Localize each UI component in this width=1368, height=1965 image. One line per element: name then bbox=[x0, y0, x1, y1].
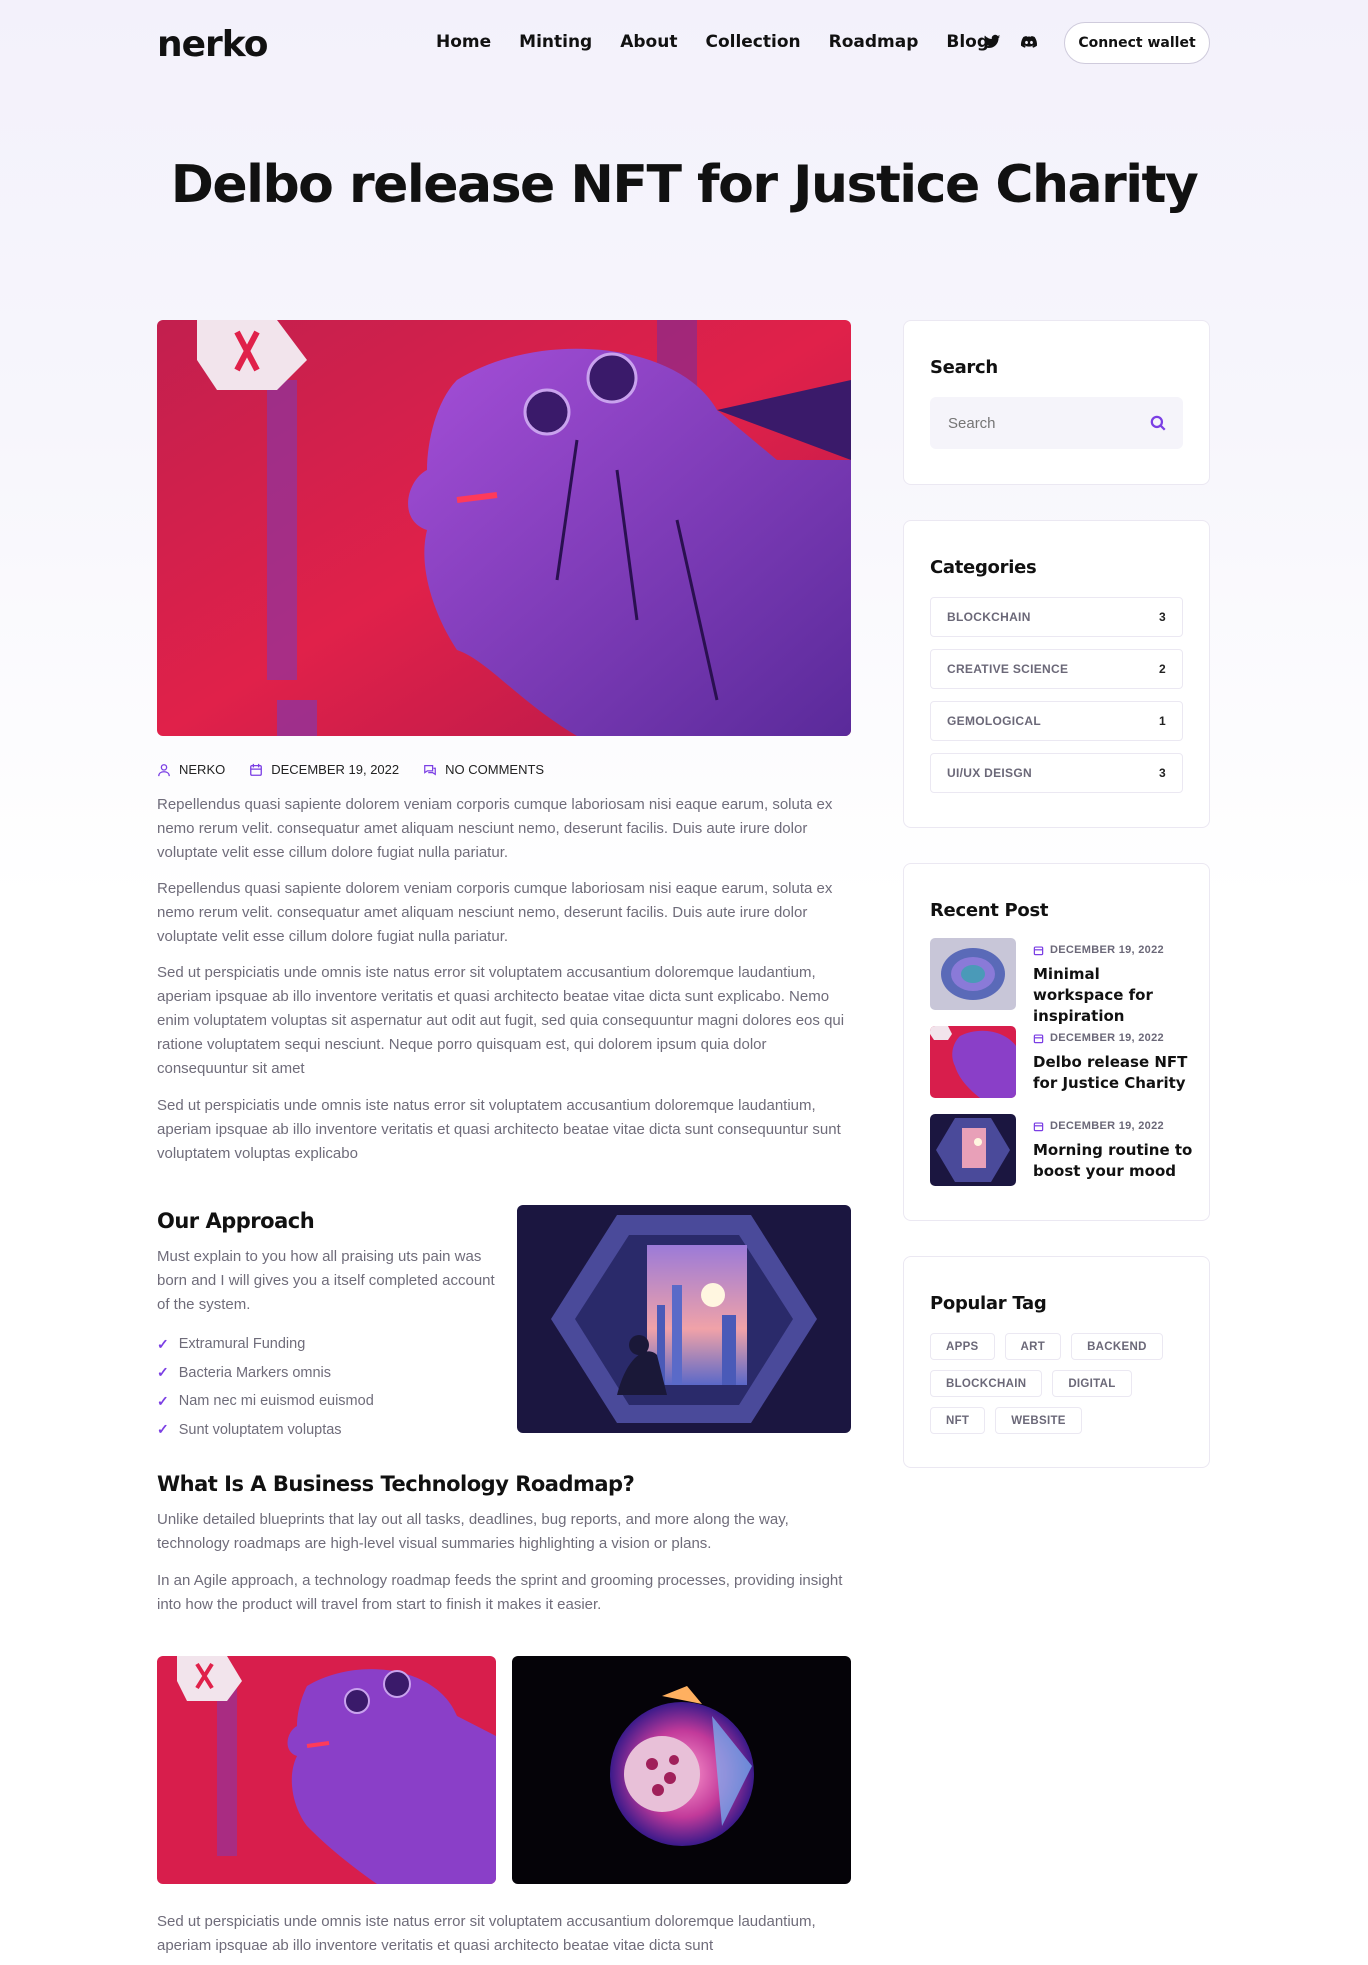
check-icon: ✓ bbox=[157, 1335, 169, 1352]
categories-widget: Categories BLOCKCHAIN 3 CREATIVE SCIENCE… bbox=[903, 520, 1210, 828]
recent-post-thumbnail[interactable] bbox=[930, 1114, 1016, 1186]
recent-widget-title: Recent Post bbox=[930, 900, 1049, 921]
list-item: ✓ Extramural Funding bbox=[157, 1330, 374, 1359]
body-paragraph-2: Repellendus quasi sapiente dolorem venia… bbox=[157, 880, 833, 945]
category-item[interactable]: BLOCKCHAIN 3 bbox=[930, 597, 1183, 637]
recent-post-title[interactable]: Morning routine to boost your mood bbox=[1033, 1140, 1193, 1182]
approach-text: Must explain to you how all praising uts… bbox=[157, 1248, 495, 1313]
calendar-icon bbox=[1033, 1121, 1044, 1131]
tag-cloud: APPS ART BACKEND BLOCKCHAIN DIGITAL NFT … bbox=[930, 1333, 1190, 1434]
recent-post-date: DECEMBER 19, 2022 bbox=[1033, 1032, 1164, 1044]
search-widget-title: Search bbox=[930, 357, 998, 378]
search-field bbox=[930, 397, 1183, 449]
nav-about[interactable]: About bbox=[620, 32, 677, 52]
twitter-icon[interactable] bbox=[983, 33, 1001, 51]
list-item-label: Extramural Funding bbox=[178, 1336, 306, 1353]
recent-post-date: DECEMBER 19, 2022 bbox=[1033, 1120, 1164, 1132]
recent-post-date-label: DECEMBER 19, 2022 bbox=[1050, 944, 1164, 956]
category-label: UI/UX DEISGN bbox=[947, 766, 1032, 780]
recent-post-item[interactable]: DECEMBER 19, 2022 Minimal workspace for … bbox=[930, 938, 1190, 1025]
recent-post-thumbnail[interactable] bbox=[930, 938, 1016, 1010]
category-item[interactable]: GEMOLOGICAL 1 bbox=[930, 701, 1183, 741]
tags-widget-title: Popular Tag bbox=[930, 1293, 1047, 1314]
comments-icon bbox=[424, 764, 437, 776]
categories-widget-title: Categories bbox=[930, 557, 1037, 578]
list-item-label: Nam nec mi euismod euismod bbox=[178, 1393, 374, 1410]
roadmap-heading: What Is A Business Technology Roadmap? bbox=[157, 1472, 635, 1496]
roadmap-paragraph-1: Unlike detailed blueprints that lay out … bbox=[157, 1511, 789, 1552]
tag-item[interactable]: ART bbox=[1004, 1333, 1062, 1360]
author-label: NERKO bbox=[179, 762, 226, 777]
site-header: nerko Home Minting About Collection Road… bbox=[0, 0, 1368, 88]
page-title: Delbo release NFT for Justice Charity bbox=[170, 155, 1199, 215]
gallery-image-2 bbox=[512, 1656, 851, 1884]
recent-post-item[interactable]: DECEMBER 19, 2022 Morning routine to boo… bbox=[930, 1114, 1193, 1186]
recent-post-title[interactable]: Minimal workspace for inspiration bbox=[1033, 964, 1193, 1027]
body-paragraph-1: Repellendus quasi sapiente dolorem venia… bbox=[157, 796, 833, 861]
category-count: 3 bbox=[1159, 766, 1166, 780]
tag-item[interactable]: NFT bbox=[930, 1407, 986, 1434]
list-item: ✓ Bacteria Markers omnis bbox=[157, 1359, 374, 1388]
recent-post-thumbnail[interactable] bbox=[930, 1026, 1016, 1098]
recent-post-title[interactable]: Delbo release NFT for Justice Charity bbox=[1033, 1052, 1193, 1094]
category-label: GEMOLOGICAL bbox=[947, 714, 1041, 728]
tag-item[interactable]: DIGITAL bbox=[1052, 1370, 1132, 1397]
category-count: 2 bbox=[1159, 662, 1166, 676]
tag-item[interactable]: APPS bbox=[930, 1333, 995, 1360]
list-item: ✓ Sunt voluptatem voluptas bbox=[157, 1416, 374, 1445]
comments-label: NO COMMENTS bbox=[445, 762, 545, 777]
category-count: 3 bbox=[1159, 610, 1166, 624]
nav-roadmap[interactable]: Roadmap bbox=[829, 32, 919, 52]
list-item-label: Bacteria Markers omnis bbox=[178, 1364, 332, 1381]
check-icon: ✓ bbox=[157, 1392, 169, 1409]
approach-image bbox=[517, 1205, 851, 1433]
calendar-icon bbox=[1033, 945, 1044, 955]
list-item: ✓ Nam nec mi euismod euismod bbox=[157, 1387, 374, 1416]
check-icon: ✓ bbox=[157, 1364, 169, 1381]
recent-post-date-label: DECEMBER 19, 2022 bbox=[1050, 1120, 1164, 1132]
list-item-label: Sunt voluptatem voluptas bbox=[178, 1421, 342, 1438]
approach-checklist: ✓ Extramural Funding ✓ Bacteria Markers om… bbox=[157, 1330, 374, 1444]
post-meta: NERKO DECEMBER 19, 2022 NO COMMENTS bbox=[157, 762, 544, 777]
tag-item[interactable]: BACKEND bbox=[1071, 1333, 1163, 1360]
category-label: BLOCKCHAIN bbox=[947, 610, 1031, 624]
meta-date: DECEMBER 19, 2022 bbox=[249, 762, 399, 777]
tag-item[interactable]: BLOCKCHAIN bbox=[930, 1370, 1043, 1397]
main-nav: Home Minting About Collection Roadmap Bl… bbox=[436, 32, 989, 52]
category-item[interactable]: CREATIVE SCIENCE 2 bbox=[930, 649, 1183, 689]
user-icon bbox=[158, 763, 170, 776]
search-icon[interactable] bbox=[1149, 414, 1167, 432]
nav-collection[interactable]: Collection bbox=[705, 32, 800, 52]
body-paragraph-5: Sed ut perspiciatis unde omnis iste natu… bbox=[157, 1913, 816, 1954]
body-paragraph-3: Sed ut perspiciatis unde omnis iste natu… bbox=[157, 964, 845, 1077]
search-widget: Search bbox=[903, 320, 1210, 485]
approach-heading: Our Approach bbox=[157, 1209, 315, 1233]
search-input[interactable] bbox=[930, 397, 1130, 449]
recent-post-date-label: DECEMBER 19, 2022 bbox=[1050, 1032, 1164, 1044]
social-links bbox=[983, 33, 1038, 51]
calendar-icon bbox=[250, 763, 263, 776]
recent-post-item[interactable]: DECEMBER 19, 2022 Delbo release NFT for … bbox=[930, 1026, 1190, 1098]
nav-minting[interactable]: Minting bbox=[519, 32, 592, 52]
body-paragraph-4: Sed ut perspiciatis unde omnis iste natu… bbox=[157, 1097, 841, 1162]
tag-item[interactable]: WEBSITE bbox=[995, 1407, 1082, 1434]
meta-comments[interactable]: NO COMMENTS bbox=[423, 762, 544, 777]
nav-home[interactable]: Home bbox=[436, 32, 491, 52]
gallery-image-1 bbox=[157, 1656, 496, 1884]
category-label: CREATIVE SCIENCE bbox=[947, 662, 1069, 676]
roadmap-paragraph-2: In an Agile approach, a technology roadm… bbox=[157, 1572, 843, 1613]
discord-icon[interactable] bbox=[1019, 33, 1038, 51]
meta-author[interactable]: NERKO bbox=[157, 762, 225, 777]
category-item[interactable]: UI/UX DEISGN 3 bbox=[930, 753, 1183, 793]
hero-image bbox=[157, 320, 851, 736]
category-count: 1 bbox=[1159, 714, 1166, 728]
site-logo[interactable]: nerko bbox=[157, 24, 269, 65]
recent-post-date: DECEMBER 19, 2022 bbox=[1033, 944, 1164, 956]
tags-widget: Popular Tag APPS ART BACKEND BLOCKCHAIN … bbox=[903, 1256, 1210, 1468]
connect-wallet-button[interactable]: Connect wallet bbox=[1064, 22, 1210, 64]
check-icon: ✓ bbox=[157, 1421, 169, 1438]
date-label: DECEMBER 19, 2022 bbox=[271, 762, 400, 777]
calendar-icon bbox=[1033, 1033, 1044, 1043]
recent-posts-widget: Recent Post DECEMBER 19, 2022 Minimal wo… bbox=[903, 863, 1210, 1221]
